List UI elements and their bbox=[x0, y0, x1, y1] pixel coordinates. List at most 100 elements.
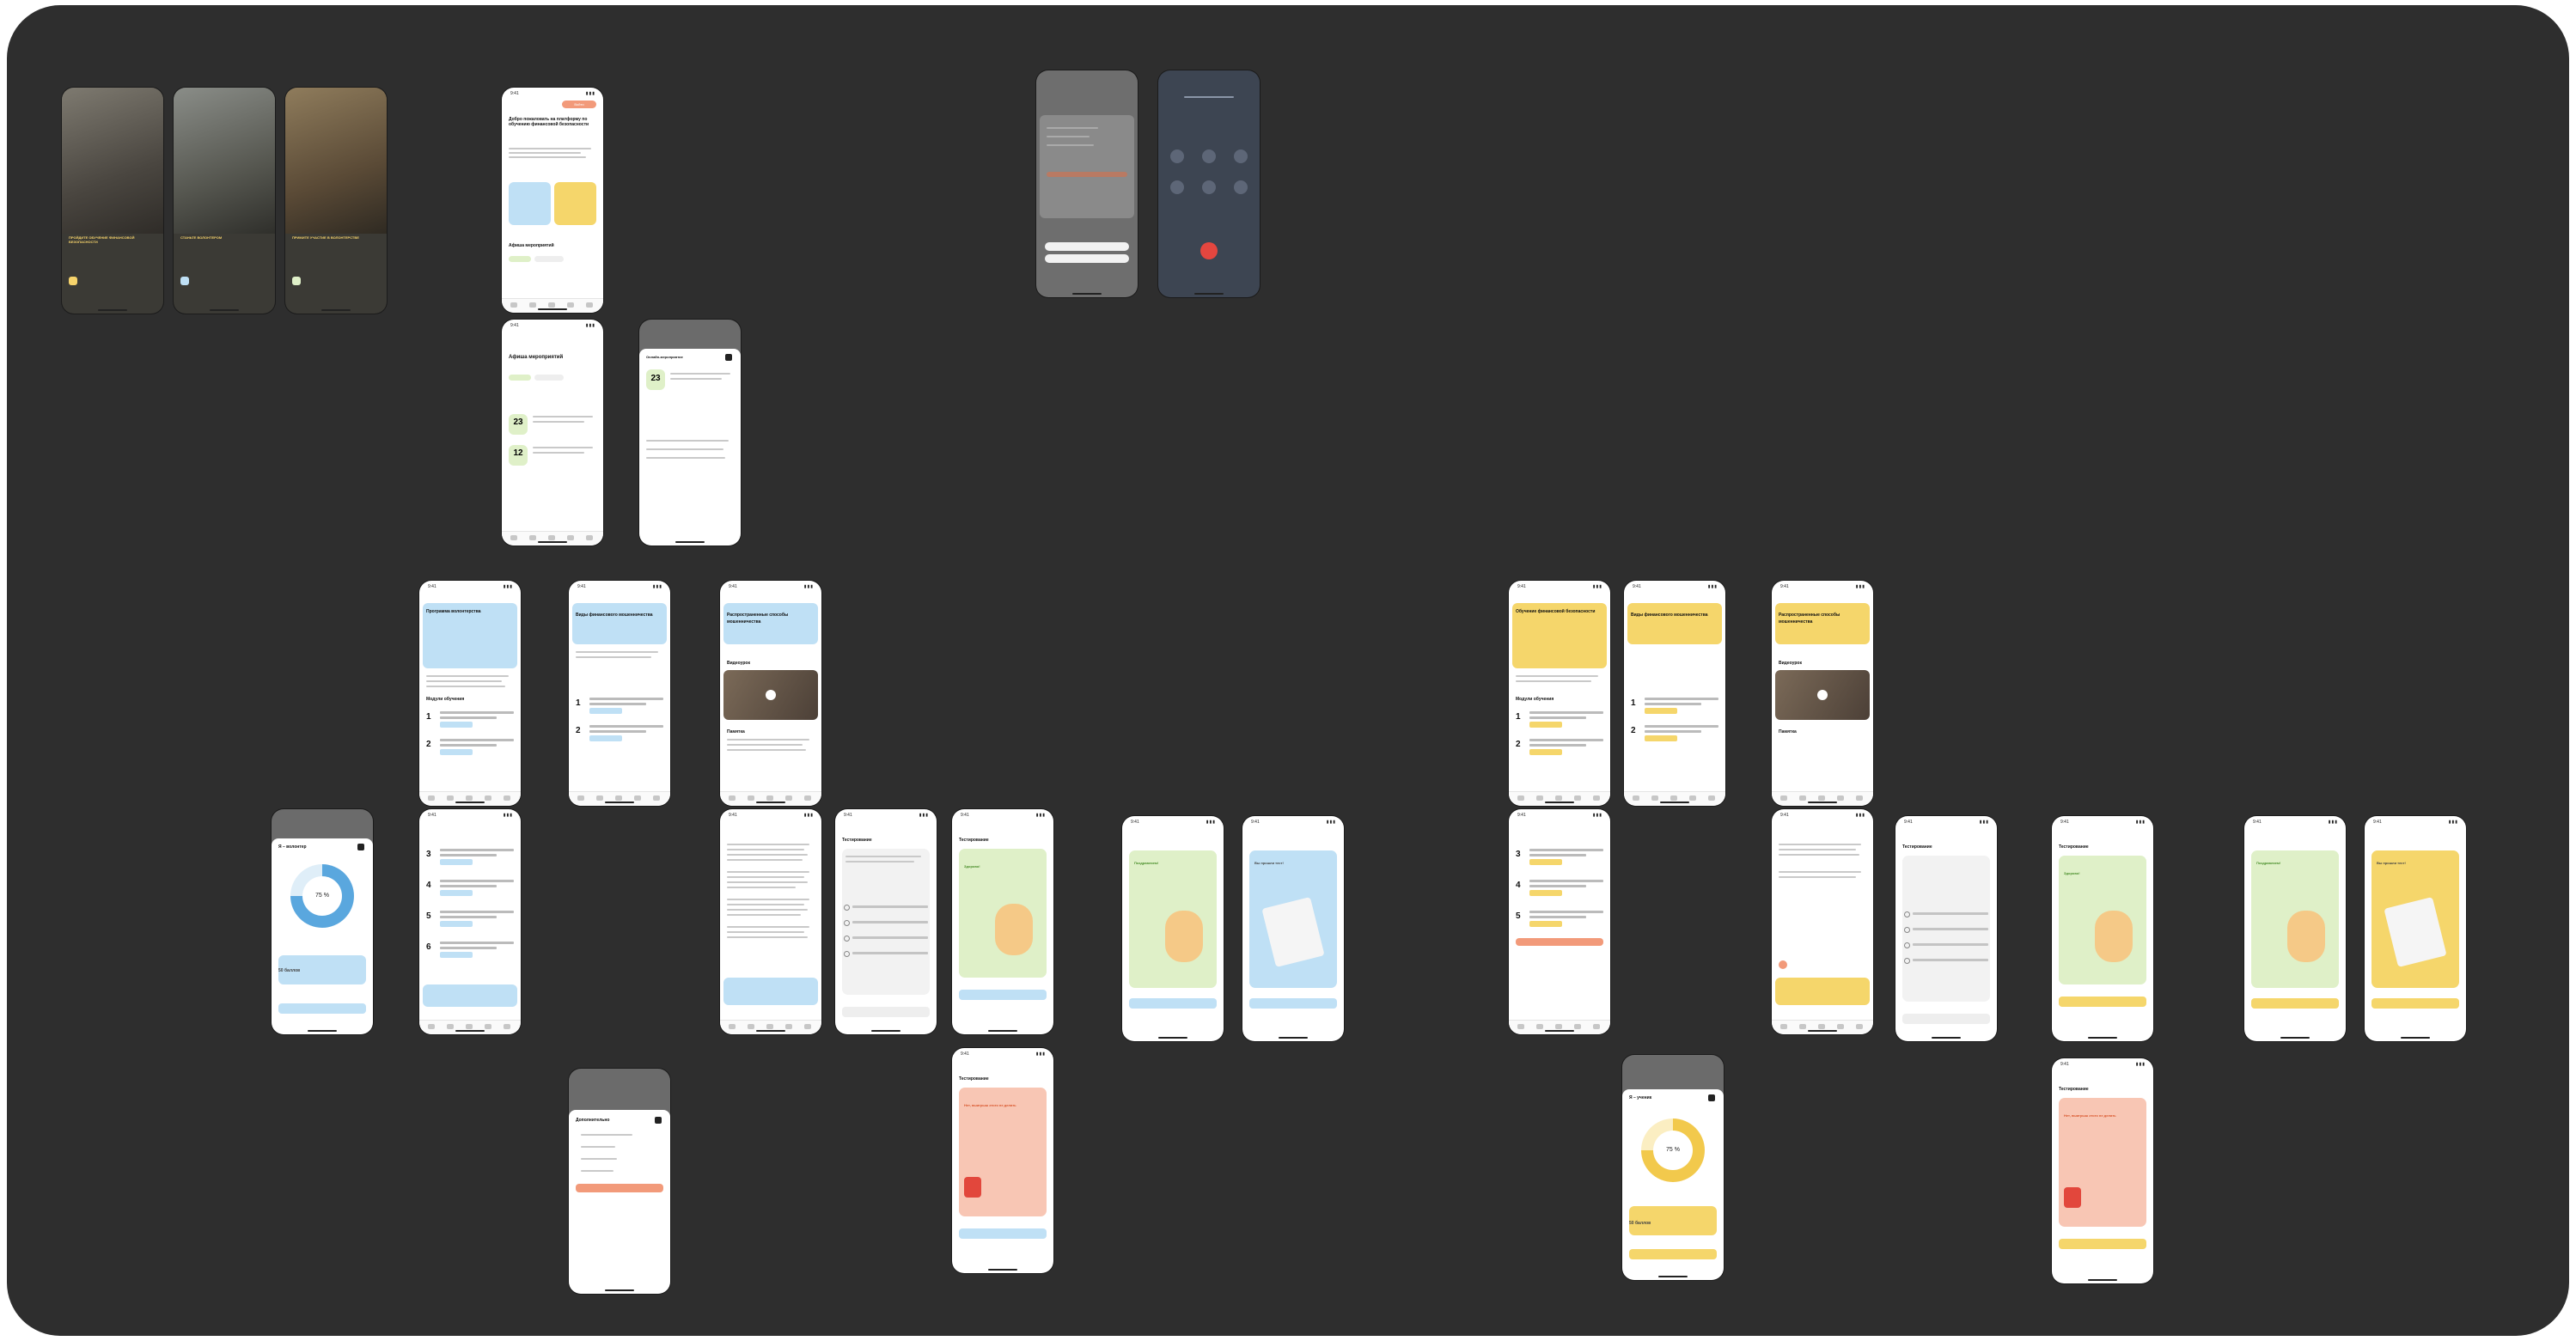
tab-bar[interactable] bbox=[720, 1020, 821, 1034]
next-button[interactable] bbox=[842, 1007, 930, 1017]
tab-bar[interactable] bbox=[1509, 1020, 1610, 1034]
answer-option[interactable] bbox=[1904, 911, 1988, 917]
test-correct-screen[interactable]: 9:41 ▮▮▮ Тестирование Здорово! bbox=[952, 809, 1053, 1034]
accent-button[interactable] bbox=[1516, 938, 1603, 946]
menu-accent-button[interactable] bbox=[576, 1184, 663, 1192]
next-button[interactable] bbox=[1902, 1014, 1990, 1024]
play-icon[interactable] bbox=[766, 690, 776, 700]
tab-bar[interactable] bbox=[1624, 791, 1725, 806]
more-menu-screen[interactable]: Дополнительно bbox=[569, 1069, 670, 1294]
close-icon[interactable] bbox=[655, 1117, 662, 1124]
speaker-icon[interactable] bbox=[1234, 149, 1248, 163]
volunteer-modules-screen[interactable]: 9:41 ▮▮▮ 3 4 5 6 bbox=[419, 809, 521, 1034]
filter-chip[interactable] bbox=[509, 256, 531, 262]
module-item[interactable]: 1 bbox=[1516, 710, 1603, 732]
answer-option[interactable] bbox=[844, 935, 928, 942]
answer-option[interactable] bbox=[1904, 926, 1988, 933]
close-icon[interactable] bbox=[725, 354, 732, 361]
promo-screen-3[interactable]: ПРИМИТЕ УЧАСТИЕ В ВОЛОНТЕРСТВЕ bbox=[285, 88, 387, 314]
menu-accent-button[interactable] bbox=[1047, 172, 1127, 177]
primary-button[interactable] bbox=[1629, 1249, 1717, 1259]
answer-option[interactable] bbox=[844, 919, 928, 926]
module-item[interactable]: 2 bbox=[1516, 737, 1603, 759]
next-question-button[interactable] bbox=[2059, 1239, 2146, 1249]
tab-bar[interactable] bbox=[569, 791, 670, 806]
play-icon[interactable] bbox=[1817, 690, 1828, 700]
more-menu-dark-screen[interactable] bbox=[1036, 70, 1138, 297]
finance-passed-screen[interactable]: 9:41 ▮▮▮ Вы прошли тест! bbox=[2365, 816, 2466, 1041]
continue-button[interactable] bbox=[2251, 998, 2339, 1009]
welcome-card-yellow[interactable] bbox=[554, 182, 596, 225]
events-screen[interactable]: 9:41 ▮▮▮ Афиша мероприятий 23 12 bbox=[502, 320, 603, 546]
finance-module-screen[interactable]: 9:41 ▮▮▮ Виды финансового мошенничества 1… bbox=[1624, 581, 1725, 806]
lesson-item[interactable]: 1 bbox=[576, 696, 663, 718]
lesson-item[interactable]: 1 bbox=[1631, 696, 1718, 718]
test-congrats-screen[interactable]: 9:41 ▮▮▮ Поздравляем! bbox=[1122, 816, 1224, 1041]
tab-bar[interactable] bbox=[720, 791, 821, 806]
mute-icon[interactable] bbox=[1170, 149, 1184, 163]
volunteer-progress-screen[interactable]: Я – волонтер 75 % 50 баллов bbox=[272, 809, 373, 1034]
module-page-screen[interactable]: 9:41 ▮▮▮ Виды финансового мошенничества 1… bbox=[569, 581, 670, 806]
test-card[interactable] bbox=[1775, 978, 1870, 1005]
module-item[interactable]: 3 bbox=[426, 847, 514, 869]
welcome-screen[interactable]: 9:41 ▮▮▮ Войти Добро пожаловать на платфо… bbox=[502, 88, 603, 313]
lesson-item[interactable]: 2 bbox=[1631, 723, 1718, 746]
finance-test-question-screen[interactable]: 9:41 ▮▮▮ Тестирование bbox=[1895, 816, 1997, 1041]
lesson-item[interactable]: 2 bbox=[576, 723, 663, 746]
module-item[interactable]: 4 bbox=[1516, 878, 1603, 900]
promo-screen-1[interactable]: ПРОЙДИТЕ ОБУЧЕНИЕ ФИНАНСОВОЙ БЕЗОПАСНОСТ… bbox=[62, 88, 163, 314]
module-item[interactable]: 3 bbox=[1516, 847, 1603, 869]
filter-chip[interactable] bbox=[534, 375, 564, 381]
call-button[interactable] bbox=[1045, 242, 1129, 251]
finance-test-wrong-screen[interactable]: 9:41 ▮▮▮ Тестирование Нет, выигрыш этого … bbox=[2052, 1058, 2153, 1283]
test-question-screen[interactable]: 9:41 ▮▮▮ Тестирование bbox=[835, 809, 937, 1034]
volunteer-program-screen[interactable]: 9:41 ▮▮▮ Программа волонтерства Модули об… bbox=[419, 581, 521, 806]
primary-button[interactable] bbox=[278, 1003, 366, 1014]
module-item[interactable]: 5 bbox=[426, 909, 514, 931]
continue-button[interactable] bbox=[1249, 998, 1337, 1009]
tab-bar[interactable] bbox=[1772, 791, 1873, 806]
answer-option[interactable] bbox=[844, 904, 928, 911]
tab-bar[interactable] bbox=[502, 298, 603, 313]
lesson-screen[interactable]: 9:41 ▮▮▮ Распространенные способы мошенни… bbox=[720, 581, 821, 806]
community-card[interactable] bbox=[423, 984, 517, 1007]
answer-option[interactable] bbox=[844, 950, 928, 957]
finance-program-screen[interactable]: 9:41 ▮▮▮ Обучение финансовой безопасности… bbox=[1509, 581, 1610, 806]
tab-bar[interactable] bbox=[419, 791, 521, 806]
finance-test-correct-screen[interactable]: 9:41 ▮▮▮ Тестирование Здорово! bbox=[2052, 816, 2153, 1041]
module-item[interactable]: 1 bbox=[426, 710, 514, 732]
close-icon[interactable] bbox=[1708, 1094, 1715, 1101]
module-item[interactable]: 2 bbox=[426, 737, 514, 759]
finance-congrats-screen[interactable]: 9:41 ▮▮▮ Поздравляем! bbox=[2244, 816, 2346, 1041]
test-passed-screen[interactable]: 9:41 ▮▮▮ Вы прошли тест! bbox=[1242, 816, 1344, 1041]
video-icon[interactable] bbox=[1202, 180, 1216, 194]
tab-bar[interactable] bbox=[502, 531, 603, 546]
promo-screen-2[interactable]: СТАНЬТЕ ВОЛОНТЕРОМ bbox=[174, 88, 275, 314]
answer-option[interactable] bbox=[1904, 957, 1988, 964]
filter-chip[interactable] bbox=[509, 375, 531, 381]
finance-lesson-screen[interactable]: 9:41 ▮▮▮ Распространенные способы мошенни… bbox=[1772, 581, 1873, 806]
date-badge[interactable]: 12 bbox=[509, 445, 528, 466]
student-progress-screen[interactable]: Я – ученик 75 % 50 баллов bbox=[1622, 1055, 1724, 1280]
cancel-button[interactable] bbox=[1045, 254, 1129, 263]
keypad-icon[interactable] bbox=[1202, 149, 1216, 163]
next-question-button[interactable] bbox=[959, 990, 1047, 1000]
continue-button[interactable] bbox=[1129, 998, 1217, 1009]
test-wrong-screen[interactable]: 9:41 ▮▮▮ Тестирование Нет, выигрыш этого … bbox=[952, 1048, 1053, 1273]
contacts-icon[interactable] bbox=[1234, 180, 1248, 194]
login-button[interactable]: Войти bbox=[562, 101, 596, 108]
date-badge[interactable]: 23 bbox=[509, 414, 528, 435]
welcome-card-blue[interactable] bbox=[509, 182, 551, 225]
continue-button[interactable] bbox=[2372, 998, 2459, 1009]
event-modal-screen[interactable]: Онлайн-мероприятие 23 bbox=[639, 320, 741, 546]
article-screen[interactable]: 9:41 ▮▮▮ bbox=[720, 809, 821, 1034]
test-card[interactable] bbox=[723, 978, 818, 1005]
next-question-button[interactable] bbox=[959, 1228, 1047, 1239]
answer-option[interactable] bbox=[1904, 942, 1988, 948]
next-question-button[interactable] bbox=[2059, 997, 2146, 1007]
filter-chip[interactable] bbox=[534, 256, 564, 262]
tab-bar[interactable] bbox=[419, 1020, 521, 1034]
finance-article-screen[interactable]: 9:41 ▮▮▮ bbox=[1772, 809, 1873, 1034]
add-call-icon[interactable] bbox=[1170, 180, 1184, 194]
module-item[interactable]: 6 bbox=[426, 940, 514, 962]
